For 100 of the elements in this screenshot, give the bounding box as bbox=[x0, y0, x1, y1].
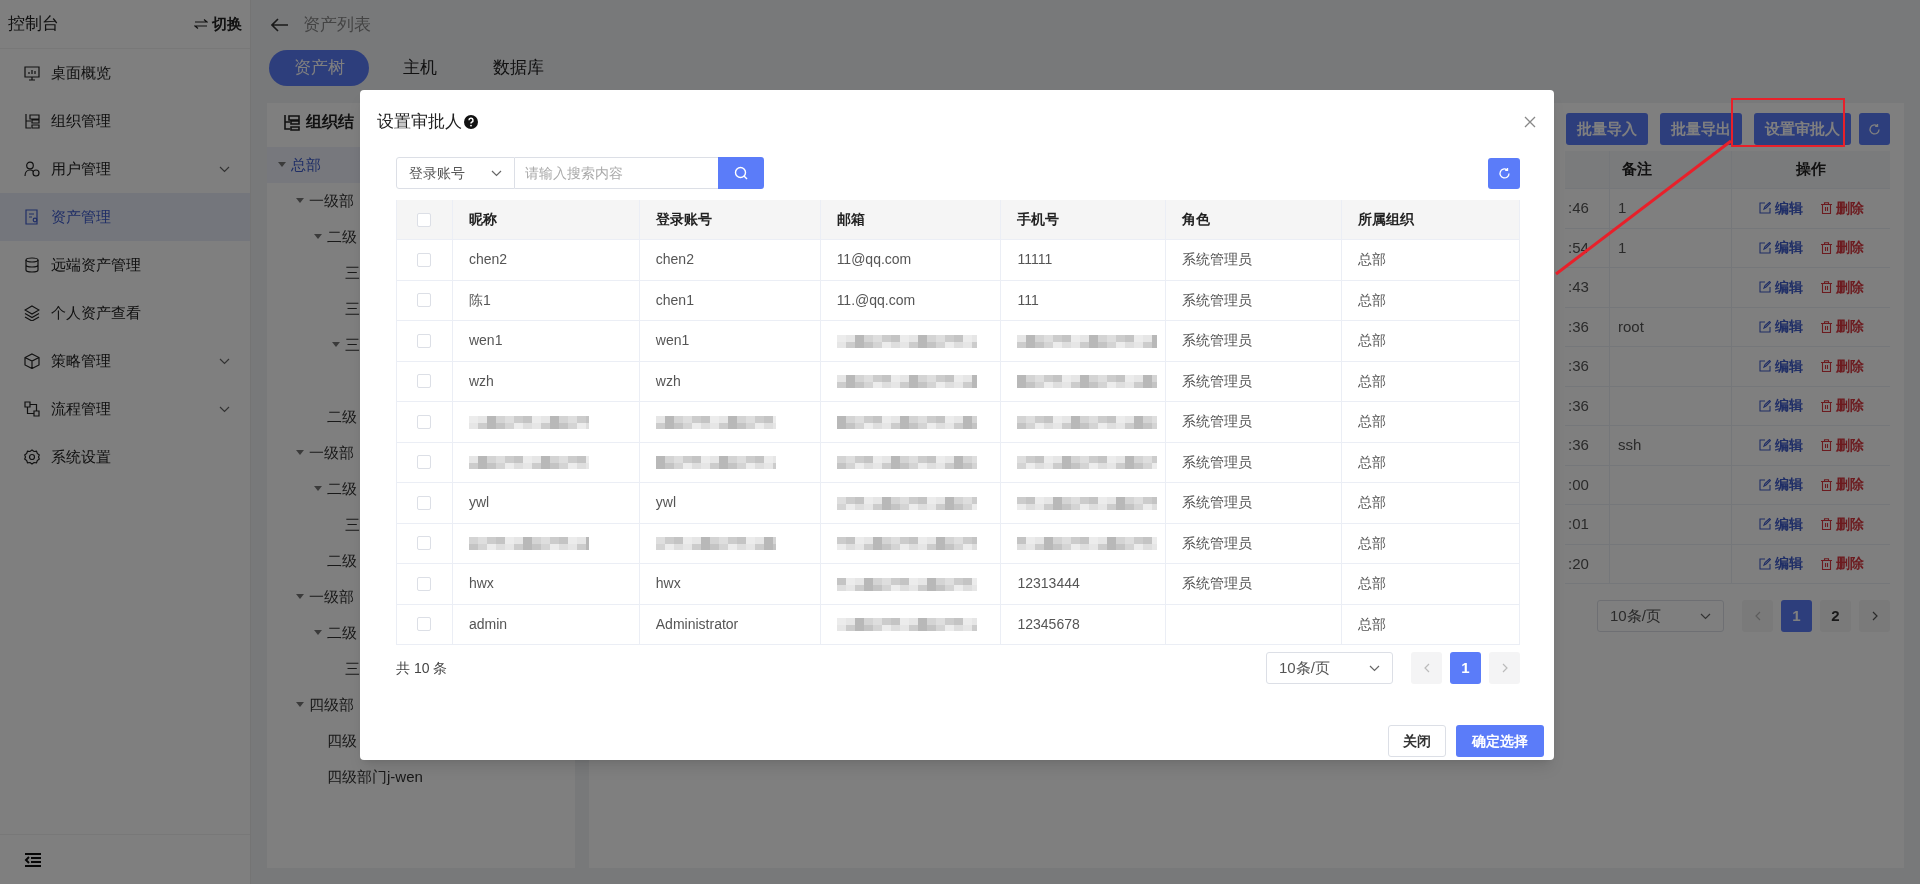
help-icon[interactable] bbox=[464, 115, 478, 129]
delete-link[interactable]: 删除 bbox=[1820, 276, 1864, 298]
delete-link[interactable]: 删除 bbox=[1820, 474, 1864, 496]
tree-node[interactable]: 二级 bbox=[327, 405, 357, 429]
collapse-menu-icon[interactable] bbox=[24, 851, 42, 868]
caret-icon[interactable] bbox=[314, 234, 322, 240]
caret-icon[interactable] bbox=[296, 594, 304, 600]
tree-node[interactable]: 一级部 bbox=[309, 189, 354, 213]
table-cell-text: :43 bbox=[1568, 277, 1589, 297]
row-checkbox[interactable] bbox=[417, 536, 432, 551]
row-checkbox[interactable] bbox=[417, 576, 432, 591]
delete-link[interactable]: 删除 bbox=[1820, 513, 1864, 535]
toolbar-button[interactable]: 设置审批人 bbox=[1754, 113, 1851, 145]
caret-icon[interactable] bbox=[332, 342, 340, 348]
page-button[interactable]: 1 bbox=[1450, 652, 1481, 684]
row-checkbox[interactable] bbox=[417, 455, 432, 470]
row-checkbox[interactable] bbox=[417, 252, 432, 267]
tree-node[interactable]: 一级部 bbox=[309, 585, 354, 609]
page-size-select[interactable]: 10条/页 bbox=[1266, 652, 1393, 684]
back-arrow-icon[interactable] bbox=[271, 18, 289, 32]
select-all-checkbox[interactable] bbox=[417, 212, 432, 227]
edit-icon bbox=[1758, 478, 1771, 491]
table-cell-text: admin bbox=[468, 614, 508, 634]
toolbar-button[interactable]: 批量导出 bbox=[1660, 113, 1742, 145]
delete-link[interactable]: 删除 bbox=[1820, 434, 1864, 456]
sidebar-item[interactable]: 用户管理 bbox=[0, 145, 250, 193]
chevron-icon bbox=[1700, 612, 1711, 620]
search-input[interactable]: 请输入搜索内容 bbox=[515, 157, 718, 189]
row-checkbox[interactable] bbox=[417, 333, 432, 348]
switch-button[interactable]: 切换 bbox=[194, 12, 242, 36]
sidebar-item[interactable]: 组织管理 bbox=[0, 97, 250, 145]
tree-node[interactable]: 总部 bbox=[291, 153, 321, 177]
sidebar-item[interactable]: 远端资产管理 bbox=[0, 241, 250, 289]
delete-link[interactable]: 删除 bbox=[1820, 237, 1864, 259]
sidebar-item[interactable]: 桌面概览 bbox=[0, 49, 250, 97]
delete-link[interactable]: 删除 bbox=[1820, 316, 1864, 338]
caret-icon[interactable] bbox=[314, 486, 322, 492]
search-field-select[interactable]: 登录账号 bbox=[396, 157, 515, 189]
caret-icon[interactable] bbox=[278, 162, 286, 168]
dialog-button[interactable]: 关闭 bbox=[1388, 725, 1446, 757]
delete-link[interactable]: 删除 bbox=[1820, 197, 1864, 219]
row-checkbox[interactable] bbox=[417, 374, 432, 389]
caret-icon[interactable] bbox=[314, 630, 322, 636]
edit-link[interactable]: 编辑 bbox=[1758, 237, 1803, 259]
close-icon[interactable] bbox=[1524, 116, 1536, 128]
tree-node[interactable]: 二级 bbox=[327, 477, 357, 501]
sidebar-item[interactable]: 策略管理 bbox=[0, 337, 250, 385]
sidebar-item[interactable]: 资产管理 bbox=[0, 193, 250, 241]
delete-link[interactable]: 删除 bbox=[1820, 395, 1864, 417]
tree-node[interactable]: 三 bbox=[345, 657, 360, 681]
next-page-button[interactable] bbox=[1489, 652, 1520, 684]
tree-node[interactable]: 一级部 bbox=[309, 441, 354, 465]
delete-link[interactable]: 删除 bbox=[1820, 355, 1864, 377]
toolbar-button[interactable]: 批量导入 bbox=[1566, 113, 1648, 145]
page-size-select[interactable]: 10条/页 bbox=[1597, 600, 1724, 632]
tree-node[interactable]: 四级部 bbox=[309, 693, 354, 717]
tab[interactable]: 数据库 bbox=[471, 50, 565, 86]
edit-link[interactable]: 编辑 bbox=[1758, 434, 1803, 456]
caret-icon[interactable] bbox=[296, 198, 304, 204]
refresh-button[interactable] bbox=[1859, 113, 1890, 145]
previous-page-button[interactable] bbox=[1411, 652, 1442, 684]
page-button[interactable]: 1 bbox=[1781, 600, 1812, 632]
edit-link[interactable]: 编辑 bbox=[1758, 513, 1803, 535]
table-cell-text: 12313444 bbox=[1017, 574, 1080, 594]
chevron-left-icon bbox=[1754, 611, 1761, 621]
tab[interactable]: 资产树 bbox=[269, 50, 369, 86]
row-checkbox[interactable] bbox=[417, 617, 432, 632]
table-cell-text: :01 bbox=[1568, 514, 1589, 534]
sidebar-item[interactable]: 个人资产查看 bbox=[0, 289, 250, 337]
tree-node[interactable]: 三 bbox=[345, 297, 360, 321]
dialog-button[interactable]: 确定选择 bbox=[1456, 725, 1544, 757]
tree-node[interactable]: 三 bbox=[345, 333, 360, 357]
edit-link[interactable]: 编辑 bbox=[1758, 355, 1803, 377]
edit-link[interactable]: 编辑 bbox=[1758, 474, 1803, 496]
previous-page-button[interactable] bbox=[1742, 600, 1773, 632]
edit-link[interactable]: 编辑 bbox=[1758, 197, 1803, 219]
edit-link[interactable]: 编辑 bbox=[1758, 553, 1803, 575]
row-checkbox[interactable] bbox=[417, 293, 432, 308]
sidebar-item[interactable]: 流程管理 bbox=[0, 385, 250, 433]
tree-node[interactable]: 四级 bbox=[327, 729, 357, 753]
caret-icon[interactable] bbox=[296, 702, 304, 708]
delete-link[interactable]: 删除 bbox=[1820, 553, 1864, 575]
tree-node[interactable]: 二级 bbox=[327, 549, 357, 573]
edit-link[interactable]: 编辑 bbox=[1758, 316, 1803, 338]
next-page-button[interactable] bbox=[1859, 600, 1890, 632]
edit-link[interactable]: 编辑 bbox=[1758, 276, 1803, 298]
refresh-button[interactable] bbox=[1488, 157, 1520, 189]
tree-node[interactable]: 二级 bbox=[327, 621, 357, 645]
caret-icon[interactable] bbox=[296, 450, 304, 456]
page-button[interactable]: 2 bbox=[1820, 600, 1851, 632]
tree-node[interactable]: 四级部门j-wen bbox=[327, 765, 423, 789]
tree-node[interactable]: 二级 bbox=[327, 225, 357, 249]
edit-link[interactable]: 编辑 bbox=[1758, 395, 1803, 417]
tree-node[interactable]: 三 bbox=[345, 261, 360, 285]
tree-node[interactable]: 三 bbox=[345, 513, 360, 537]
row-checkbox[interactable] bbox=[417, 495, 432, 510]
row-checkbox[interactable] bbox=[417, 414, 432, 429]
sidebar-item[interactable]: 系统设置 bbox=[0, 433, 250, 481]
search-button[interactable] bbox=[718, 157, 764, 189]
tab[interactable]: 主机 bbox=[373, 50, 467, 86]
